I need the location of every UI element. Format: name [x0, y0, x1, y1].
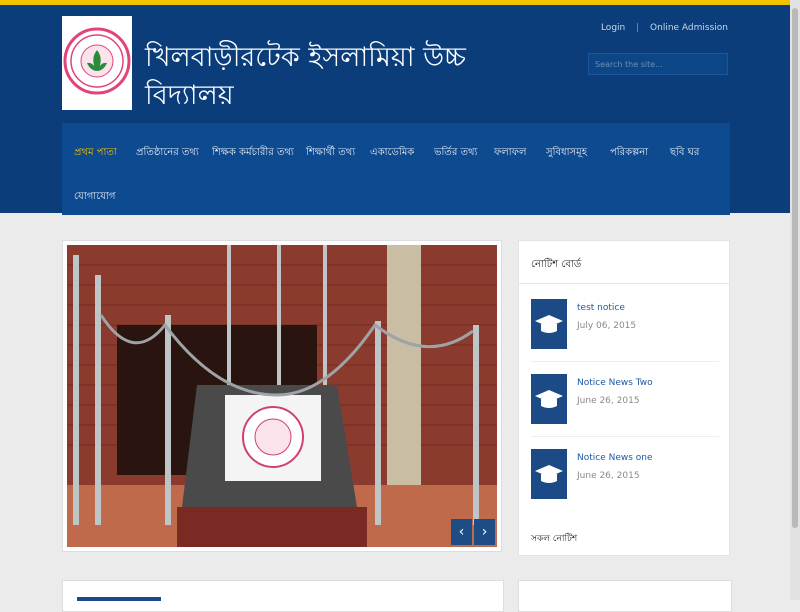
search-input[interactable]: Search the site... — [588, 53, 728, 75]
nav-item-contact[interactable]: যোগাযোগ — [74, 189, 115, 206]
main-nav: প্রথম পাতা প্রতিষ্ঠানের তথ্য শিক্ষক কর্ম… — [62, 123, 730, 215]
nav-item-teachers[interactable]: শিক্ষক কর্মচারীর তথ্য — [212, 145, 294, 162]
slider-controls: ‹ › — [449, 519, 495, 545]
notice-date: June 26, 2015 — [577, 396, 640, 406]
divider — [531, 361, 719, 362]
slider-next-button[interactable]: › — [474, 519, 495, 545]
slider-photo — [67, 245, 497, 547]
top-links: Login | Online Admission — [593, 23, 728, 33]
notice-item[interactable]: Notice News one June 26, 2015 — [531, 449, 719, 511]
login-link[interactable]: Login — [601, 23, 625, 33]
card-header-strip — [77, 597, 161, 601]
notice-title[interactable]: test notice — [577, 303, 625, 313]
notice-title[interactable]: Notice News one — [577, 453, 653, 463]
site-header: খিলবাড়ীরটেক ইসলামিয়া উচ্চ বিদ্যালয় Lo… — [0, 5, 790, 215]
nav-item-admission[interactable]: ভর্তির তথ্য — [434, 145, 477, 162]
nav-item-results[interactable]: ফলাফল — [494, 145, 526, 162]
nav-item-home[interactable]: প্রথম পাতা — [74, 145, 117, 162]
scrollbar-thumb[interactable] — [792, 8, 798, 528]
notice-date: July 06, 2015 — [577, 321, 637, 331]
online-admission-link[interactable]: Online Admission — [650, 23, 728, 33]
school-logo[interactable] — [62, 16, 132, 110]
image-slider: ‹ › — [62, 240, 502, 552]
notice-board-title: নোটিশ বোর্ড — [531, 259, 582, 270]
notice-date: June 26, 2015 — [577, 471, 640, 481]
link-separator: | — [636, 23, 640, 33]
notice-item[interactable]: Notice News Two June 26, 2015 — [531, 374, 719, 437]
notice-title[interactable]: Notice News Two — [577, 378, 653, 388]
notice-item[interactable]: test notice July 06, 2015 — [531, 299, 719, 362]
slider-prev-button[interactable]: ‹ — [451, 519, 472, 545]
nav-item-plans[interactable]: পরিকল্পনা — [610, 145, 648, 162]
nav-item-students[interactable]: শিক্ষার্থী তথ্য — [306, 145, 355, 162]
graduation-cap-icon — [531, 374, 567, 424]
scrollbar[interactable] — [790, 0, 800, 600]
nav-item-academic[interactable]: একাডেমিক — [370, 145, 414, 162]
divider — [531, 436, 719, 437]
school-name-heading: খিলবাড়ীরটেক ইসলামিয়া উচ্চ বিদ্যালয় — [145, 42, 466, 111]
sidebar-card — [518, 580, 732, 612]
nav-item-facilities[interactable]: সুবিধাসমূহ — [546, 145, 587, 162]
graduation-cap-icon — [531, 449, 567, 499]
nav-item-gallery[interactable]: ছবি ঘর — [670, 145, 699, 162]
divider — [519, 283, 729, 284]
graduation-cap-icon — [531, 299, 567, 349]
nav-item-institution[interactable]: প্রতিষ্ঠানের তথ্য — [136, 145, 199, 162]
notice-board: নোটিশ বোর্ড test notice July 06, 2015 No… — [518, 240, 730, 556]
content-card — [62, 580, 504, 612]
all-notices-link[interactable]: সকল নোটিশ — [531, 531, 577, 546]
